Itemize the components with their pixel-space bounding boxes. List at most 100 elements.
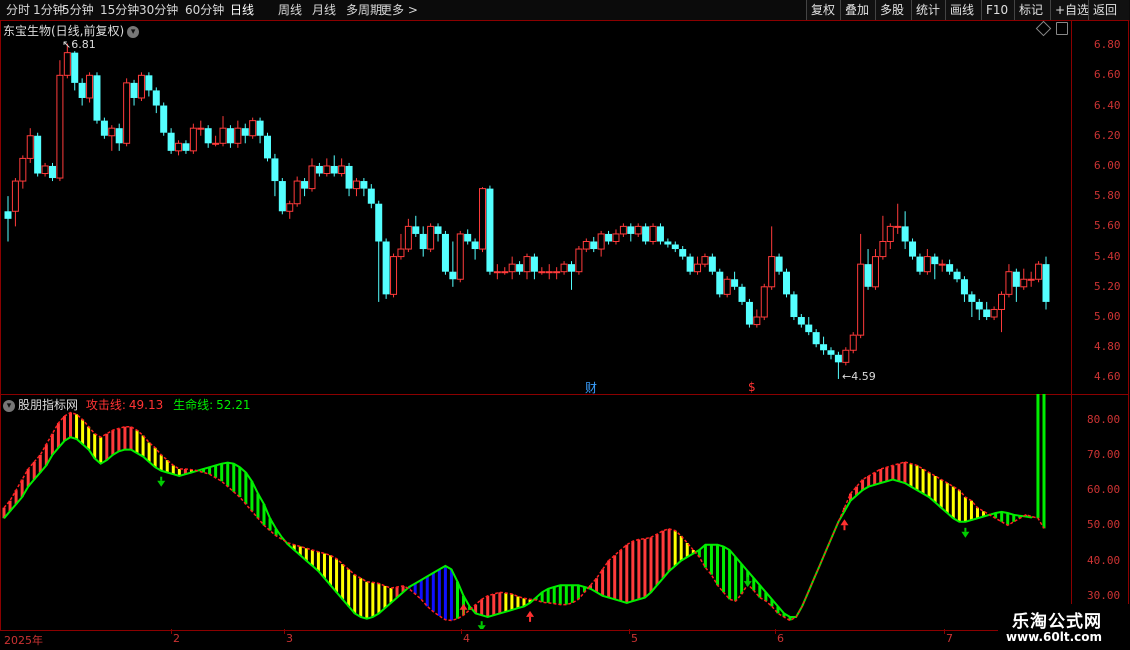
candle-body	[931, 256, 939, 265]
signal-arrow-down	[961, 531, 970, 538]
indicator-axis-label-0: 80.00	[1087, 412, 1121, 426]
candle-body	[441, 233, 449, 272]
candle-body	[916, 256, 924, 272]
period-tab-2[interactable]: 5分钟	[62, 2, 94, 18]
toolbar-button-0[interactable]: 复权	[806, 0, 841, 20]
candle-body	[427, 225, 435, 250]
candle-body	[390, 256, 398, 295]
candle-body	[123, 82, 131, 144]
candle-body	[879, 240, 887, 258]
candle-body	[849, 334, 857, 351]
candle-body	[108, 127, 116, 137]
candle-body	[642, 226, 650, 242]
candle-body	[493, 271, 501, 274]
candle-body	[11, 180, 19, 212]
candle-body	[797, 317, 805, 325]
dividend-marker[interactable]: $	[748, 380, 756, 394]
indicator-axis-label-1: 70.00	[1087, 447, 1121, 461]
period-tab-0[interactable]: 分时	[6, 2, 30, 18]
period-tab-8[interactable]: 月线	[312, 2, 336, 18]
candle-body	[560, 263, 568, 273]
candle-body	[812, 332, 820, 345]
price-axis-label-7: 5.40	[1094, 249, 1121, 263]
candle-body	[130, 82, 138, 98]
candle-body	[404, 225, 412, 250]
period-tab-9[interactable]: 多周期	[346, 2, 382, 18]
candle-body	[886, 225, 894, 242]
candle-body	[1042, 264, 1050, 302]
candle-body	[464, 233, 472, 242]
candle-body	[419, 233, 427, 250]
candle-body	[582, 240, 590, 250]
toolbar-button-6[interactable]: 标记	[1014, 0, 1051, 20]
candle-body	[805, 324, 813, 333]
candle-body	[293, 180, 301, 205]
candle-body	[338, 165, 346, 175]
toolbar-button-2[interactable]: 多股	[875, 0, 912, 20]
toolbar-button-1[interactable]: 叠加	[840, 0, 876, 20]
candle-body	[760, 286, 768, 318]
candle-body	[34, 135, 42, 174]
candle-body	[820, 344, 828, 351]
price-axis-label-10: 4.80	[1094, 340, 1121, 354]
period-tab-4[interactable]: 30分钟	[139, 2, 178, 18]
candle-body	[664, 241, 672, 245]
life-line	[3, 436, 1033, 620]
candle-body	[864, 264, 872, 287]
signal-arrow-down	[157, 480, 166, 487]
candle-body	[241, 128, 249, 136]
watermark-name: 乐淘公式网	[1012, 612, 1102, 632]
candle-body	[827, 350, 835, 355]
candle-body	[753, 316, 761, 326]
candle-body	[375, 203, 383, 242]
toolbar-button-7[interactable]: +自选	[1050, 0, 1089, 20]
candle-body	[4, 211, 12, 219]
candle-body	[842, 349, 850, 363]
candle-body	[308, 165, 316, 190]
period-tab-1[interactable]: 1分钟	[33, 2, 65, 18]
candle-body	[315, 165, 323, 174]
candle-body	[345, 165, 353, 189]
candle-body	[567, 264, 575, 272]
candle-body	[1020, 278, 1028, 288]
indicator-axis-label-3: 50.00	[1087, 518, 1121, 532]
candle-body	[508, 263, 516, 273]
period-tab-6[interactable]: 日线	[230, 2, 254, 18]
date-axis-label-1: 2	[173, 632, 180, 645]
date-axis-label-4: 5	[631, 632, 638, 645]
candle-body	[871, 256, 879, 288]
max-price-label: ↖6.81	[62, 38, 96, 51]
min-price-label: ←4.59	[842, 370, 876, 383]
price-axis-label-5: 5.80	[1094, 189, 1121, 203]
signal-arrow-up	[840, 519, 849, 526]
candle-body	[182, 143, 190, 151]
candle-body	[686, 256, 694, 272]
period-tab-10[interactable]: 更多 >	[380, 2, 418, 18]
candle-body	[204, 128, 212, 144]
price-axis-label-6: 5.60	[1094, 219, 1121, 233]
candle-body	[71, 52, 79, 83]
date-axis-tick	[944, 629, 945, 634]
toolbar-button-5[interactable]: F10	[981, 0, 1015, 20]
period-tab-3[interactable]: 15分钟	[100, 2, 139, 18]
candle-body	[775, 256, 783, 272]
candle-body	[456, 233, 464, 280]
candle-body	[1035, 263, 1043, 280]
candle-body	[434, 226, 442, 234]
toolbar-button-4[interactable]: 画线	[945, 0, 982, 20]
candle-body	[545, 271, 553, 274]
toolbar-button-3[interactable]: 统计	[911, 0, 946, 20]
period-tab-5[interactable]: 60分钟	[185, 2, 224, 18]
candle-body	[360, 181, 368, 189]
candle-body	[256, 120, 264, 136]
candle-body	[649, 225, 657, 242]
candle-body	[286, 203, 294, 212]
candle-body	[486, 188, 494, 272]
indicator-axis-label-4: 40.00	[1087, 553, 1121, 567]
period-tab-7[interactable]: 周线	[278, 2, 302, 18]
candle-body	[575, 248, 583, 273]
candle-body	[857, 263, 865, 336]
candle-body	[953, 271, 961, 280]
toolbar-button-8[interactable]: 返回	[1088, 0, 1129, 20]
candle-body	[323, 165, 331, 175]
